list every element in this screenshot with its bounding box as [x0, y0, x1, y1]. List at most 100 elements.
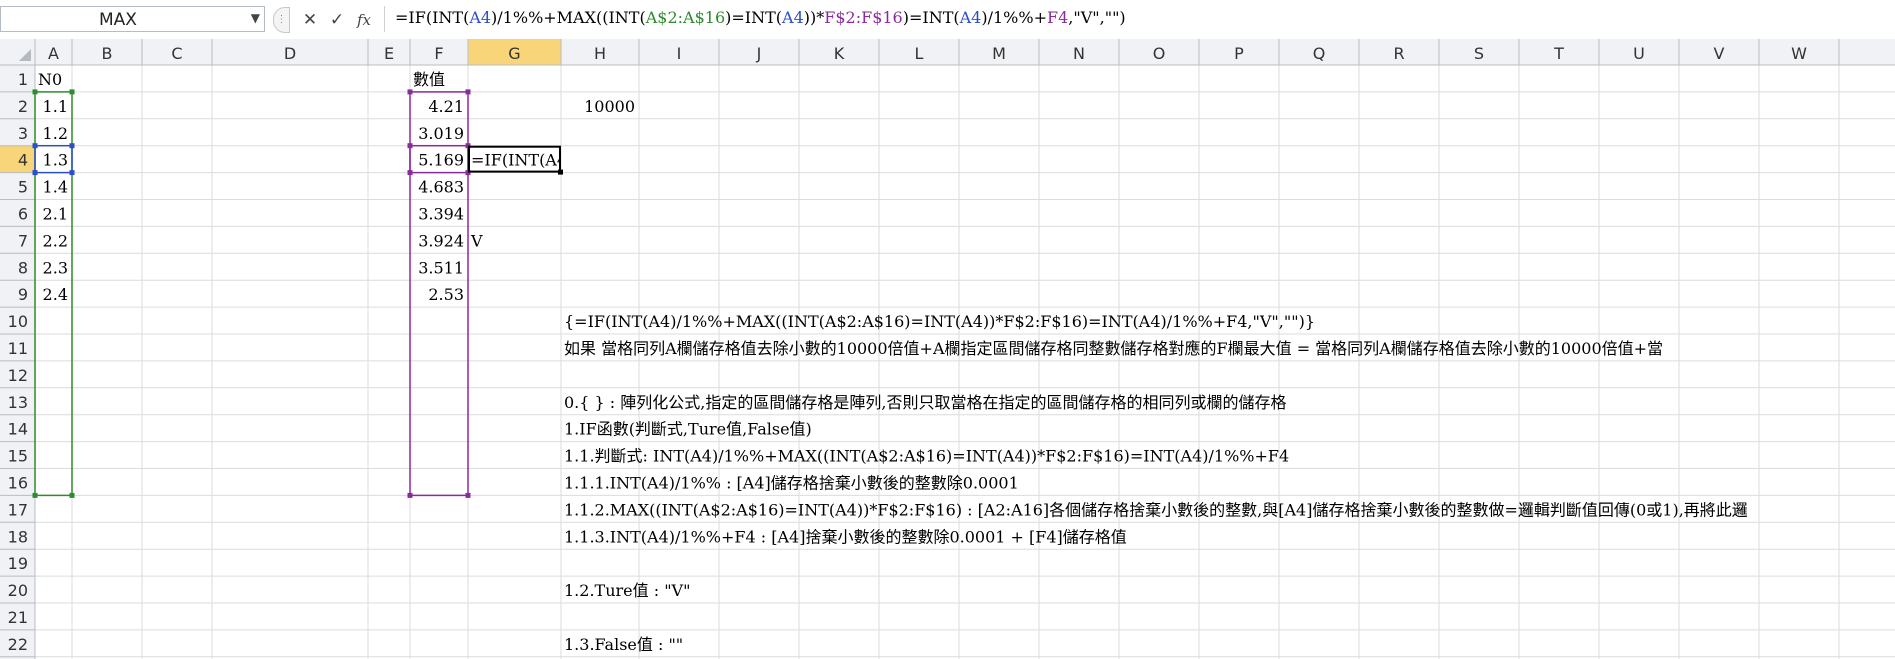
- cell-value[interactable]: 5.169: [418, 151, 464, 170]
- cell-value[interactable]: 0.{ } : 陣列化公式,指定的區間儲存格是陣列,否則只取當格在指定的區間儲存…: [564, 393, 1286, 412]
- range-ref-f2-f16-handle[interactable]: [465, 492, 471, 498]
- chevron-down-icon[interactable]: ▼: [251, 11, 260, 25]
- cell-value[interactable]: 2.4: [43, 285, 68, 304]
- cell-value[interactable]: 1.1.1.INT(A4)/1%% : [A4]儲存格捨棄小數後的整數除0.00…: [564, 474, 1019, 493]
- row-header-8[interactable]: 8: [18, 258, 28, 277]
- row-header-2[interactable]: 2: [18, 97, 28, 116]
- range-ref-a2-a16-handle[interactable]: [69, 89, 75, 95]
- column-header-G[interactable]: G: [508, 44, 520, 63]
- cell-value[interactable]: =IF(INT(A4: [471, 151, 567, 170]
- cell-ref-a4-handle[interactable]: [32, 143, 38, 149]
- row-header-7[interactable]: 7: [18, 231, 28, 250]
- column-header-M[interactable]: M: [992, 44, 1006, 63]
- cell-value[interactable]: 1.3: [43, 151, 68, 170]
- range-ref-a2-a16-handle[interactable]: [69, 492, 75, 498]
- row-header-19[interactable]: 19: [8, 554, 28, 573]
- row-header-15[interactable]: 15: [8, 447, 28, 466]
- cell-ref-a4-handle[interactable]: [69, 143, 75, 149]
- cell-value[interactable]: 2.2: [43, 231, 68, 250]
- cell-value[interactable]: 1.1: [43, 97, 68, 116]
- row-header-17[interactable]: 17: [8, 500, 28, 519]
- column-header-R[interactable]: R: [1393, 44, 1404, 63]
- cell-value[interactable]: V: [470, 231, 483, 250]
- column-header-O[interactable]: O: [1153, 44, 1166, 63]
- range-ref-f2-f16-handle[interactable]: [407, 492, 413, 498]
- name-box[interactable]: MAX ▼: [0, 6, 265, 32]
- grid-canvas[interactable]: A B C D E F G H I J K L M N O P Q R S T U V W12345678910111213…: [0, 39, 1895, 659]
- cell-ref-f4-handle[interactable]: [407, 143, 413, 149]
- row-header-4[interactable]: 4: [18, 151, 28, 170]
- column-header-F[interactable]: F: [434, 44, 443, 63]
- cell-ref-a4-handle[interactable]: [69, 170, 75, 176]
- cell-value[interactable]: 2.53: [428, 285, 464, 304]
- column-header-C[interactable]: C: [171, 44, 182, 63]
- row-header-22[interactable]: 22: [8, 635, 28, 654]
- column-header-A[interactable]: A: [48, 44, 59, 63]
- cell-value[interactable]: 1.4: [43, 178, 68, 197]
- range-ref-a2-a16-handle[interactable]: [32, 492, 38, 498]
- row-header-12[interactable]: 12: [8, 366, 28, 385]
- cell-value[interactable]: 1.2.Ture值 : "V": [564, 581, 690, 600]
- column-header-J[interactable]: J: [756, 44, 762, 63]
- insert-function-icon[interactable]: fx: [353, 9, 375, 31]
- column-header-T[interactable]: T: [1553, 44, 1564, 63]
- column-header-L[interactable]: L: [915, 44, 924, 63]
- cell-value[interactable]: 4.683: [418, 178, 464, 197]
- range-ref-a2-a16-handle[interactable]: [32, 89, 38, 95]
- cell-value[interactable]: 1.1.2.MAX((INT(A$2:A$16)=INT(A4))*F$2:F$…: [564, 500, 1748, 519]
- cell-value[interactable]: 如果 當格同列A欄儲存格值去除小數的10000倍值+A欄指定區間儲存格同整數儲存…: [564, 339, 1663, 358]
- cell-value[interactable]: 2.3: [43, 258, 68, 277]
- range-ref-f2-f16-handle[interactable]: [407, 89, 413, 95]
- row-header-11[interactable]: 11: [8, 339, 28, 358]
- cancel-icon[interactable]: ✕: [299, 9, 321, 31]
- cell-value[interactable]: 1.3.False值 : "": [564, 635, 683, 654]
- column-header-D[interactable]: D: [284, 44, 296, 63]
- row-header-21[interactable]: 21: [8, 608, 28, 627]
- column-header-S[interactable]: S: [1474, 44, 1484, 63]
- cell-value[interactable]: 1.IF函數(判斷式,Ture值,False值): [564, 420, 812, 439]
- cell-value[interactable]: 數值: [413, 70, 445, 89]
- row-header-3[interactable]: 3: [18, 124, 28, 143]
- fill-handle[interactable]: [558, 169, 563, 175]
- row-header-6[interactable]: 6: [18, 205, 28, 224]
- row-header-18[interactable]: 18: [8, 527, 28, 546]
- column-header-I[interactable]: I: [677, 44, 682, 63]
- row-header-1[interactable]: 1: [18, 70, 28, 89]
- row-header-20[interactable]: 20: [8, 581, 28, 600]
- column-header-Q[interactable]: Q: [1313, 44, 1326, 63]
- cell-value[interactable]: 2.1: [43, 205, 68, 224]
- column-header-U[interactable]: U: [1633, 44, 1645, 63]
- column-header-H[interactable]: H: [594, 44, 606, 63]
- cell-value[interactable]: 1.2: [43, 124, 68, 143]
- cell-ref-f4-handle[interactable]: [407, 170, 413, 176]
- column-header-K[interactable]: K: [834, 44, 845, 63]
- enter-icon[interactable]: ✓: [326, 9, 348, 31]
- range-ref-f2-f16-handle[interactable]: [465, 89, 471, 95]
- column-header-P[interactable]: P: [1234, 44, 1244, 63]
- cell-value[interactable]: 3.924: [418, 231, 464, 250]
- column-header-E[interactable]: E: [384, 44, 394, 63]
- column-header-B[interactable]: B: [102, 44, 113, 63]
- row-header-14[interactable]: 14: [8, 420, 28, 439]
- column-header-V[interactable]: V: [1714, 44, 1725, 63]
- cell-value[interactable]: 10000: [584, 97, 635, 116]
- cell-ref-a4-handle[interactable]: [32, 170, 38, 176]
- column-header-N[interactable]: N: [1073, 44, 1085, 63]
- row-header-13[interactable]: 13: [8, 393, 28, 412]
- cell-value[interactable]: N0: [38, 70, 62, 89]
- row-header-9[interactable]: 9: [18, 285, 28, 304]
- cell-value[interactable]: 3.019: [418, 124, 464, 143]
- row-header-16[interactable]: 16: [8, 474, 28, 493]
- row-header-10[interactable]: 10: [8, 312, 28, 331]
- formula-input[interactable]: =IF(INT(A4)/1%%+MAX((INT(A$2:A$16)=INT(A…: [384, 6, 1892, 32]
- cell-value[interactable]: 1.1.3.INT(A4)/1%%+F4 : [A4]捨棄小數後的整數除0.00…: [564, 527, 1127, 546]
- cell-value[interactable]: 3.394: [418, 205, 464, 224]
- cell-value[interactable]: 4.21: [428, 97, 464, 116]
- cell-value[interactable]: 3.511: [418, 258, 464, 277]
- column-header-W[interactable]: W: [1791, 44, 1807, 63]
- cell-value[interactable]: {=IF(INT(A4)/1%%+MAX((INT(A$2:A$16)=INT(…: [564, 312, 1315, 331]
- row-header-5[interactable]: 5: [18, 178, 28, 197]
- cell-value[interactable]: 1.1.判斷式: INT(A4)/1%%+MAX((INT(A$2:A$16)=…: [564, 447, 1289, 466]
- worksheet-grid[interactable]: A B C D E F G H I J K L M N O P Q R S T U V W 1 2 3 4 5 6 7 8 9 10 11 12 13…: [0, 39, 1895, 659]
- formula-bar-grip-icon[interactable]: ⋮: [273, 7, 290, 33]
